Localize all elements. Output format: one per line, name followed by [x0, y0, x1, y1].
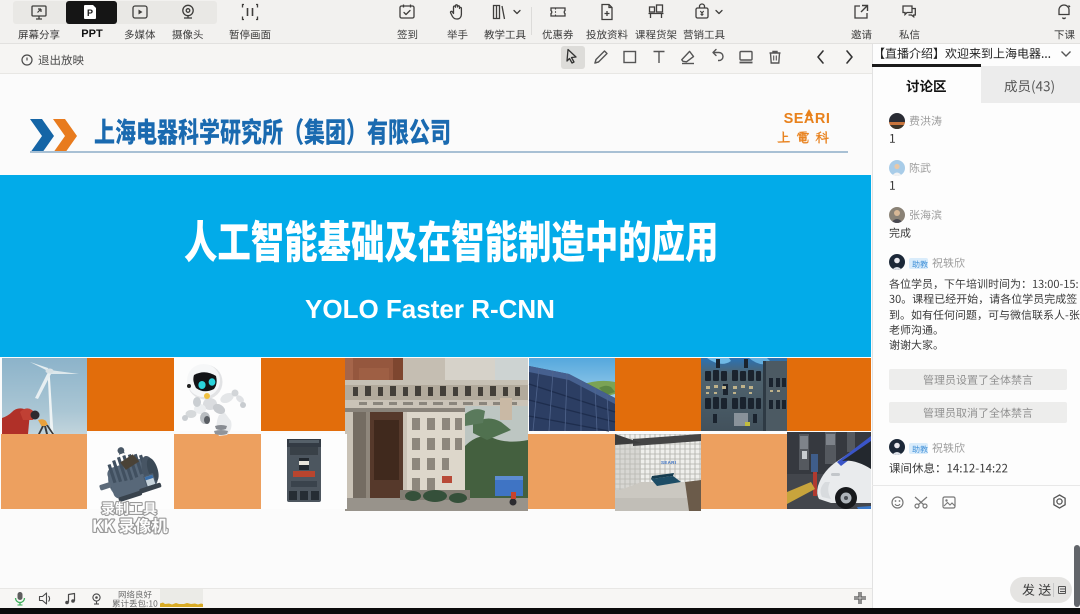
- svg-text:SEARI: SEARI: [661, 460, 676, 465]
- svg-text:P: P: [87, 8, 93, 18]
